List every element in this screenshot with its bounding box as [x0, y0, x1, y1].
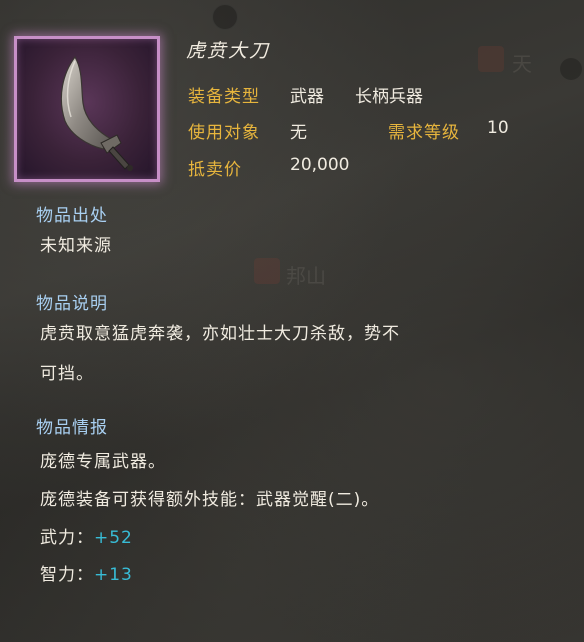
sell-price-value: 20,000	[290, 155, 350, 175]
info-line: 庞德装备可获得额外技能：武器觉醒(二)。	[40, 490, 380, 510]
equip-subtype-value: 长柄兵器	[355, 87, 423, 107]
equip-type-label: 装备类型	[188, 87, 260, 107]
background-seal-icon	[478, 46, 504, 72]
stat-label: 智力：	[40, 565, 94, 585]
stat-row: 武力：+52	[40, 522, 133, 555]
user-value: 无	[290, 123, 307, 143]
source-section-title: 物品出处	[36, 206, 108, 226]
description-line: 虎贲取意猛虎奔袭，亦如壮士大刀杀敌，势不	[40, 324, 400, 344]
background-watermark-text: 邦山	[286, 264, 326, 288]
description-line: 可挡。	[40, 364, 94, 384]
background-seal-icon	[254, 258, 280, 284]
stat-label: 武力：	[40, 528, 94, 548]
item-icon-frame	[14, 36, 160, 182]
curved-blade-icon	[60, 55, 133, 171]
background-emblem-icon	[212, 4, 238, 30]
description-section-title: 物品说明	[36, 294, 108, 314]
equip-type-value: 武器	[290, 87, 324, 107]
source-text: 未知来源	[40, 236, 112, 256]
sell-price-label: 抵卖价	[188, 160, 242, 180]
stat-row: 智力：+13	[40, 559, 133, 592]
required-level-value: 10	[487, 118, 509, 138]
item-name: 虎贲大刀	[186, 40, 271, 62]
user-label: 使用对象	[188, 123, 260, 143]
info-line: 庞德专属武器。	[40, 452, 166, 472]
item-tooltip-panel: 天 邦山 虎贲大刀 装备类型 武器 长柄兵器 使用对象 无 需求等级 10 抵卖…	[0, 0, 584, 642]
background-emblem-icon	[560, 58, 582, 80]
stat-value: +52	[94, 528, 133, 548]
stat-value: +13	[94, 565, 133, 585]
required-level-label: 需求等级	[388, 123, 460, 143]
background-watermark-text: 天	[512, 52, 532, 76]
info-section-title: 物品情报	[36, 418, 108, 438]
